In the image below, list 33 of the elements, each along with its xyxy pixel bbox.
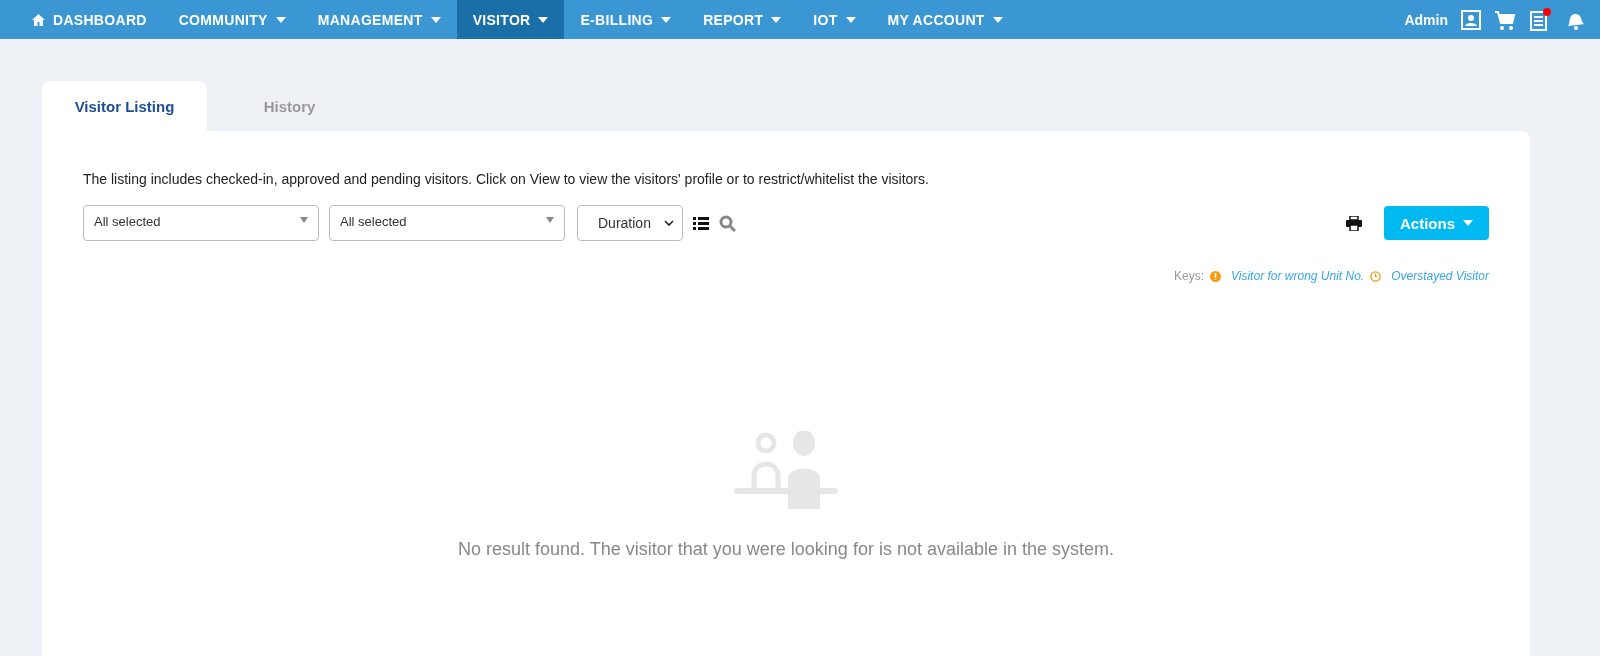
search-icon[interactable] — [719, 214, 736, 232]
contact-card-icon[interactable] — [1460, 8, 1482, 31]
caret-icon — [1463, 220, 1473, 226]
nav-menu-item[interactable]: E-BILLING — [564, 0, 688, 39]
home-icon — [32, 13, 45, 26]
nav-menu-item[interactable]: REPORT — [687, 0, 798, 39]
chevron-down-icon — [664, 220, 674, 226]
clock-icon — [1370, 270, 1382, 282]
actions-button[interactable]: Actions — [1384, 206, 1489, 240]
duration-select[interactable]: Duration — [577, 205, 683, 241]
nav-menu-item[interactable]: MANAGEMENT — [301, 0, 457, 39]
tab[interactable]: Visitor Listing — [42, 81, 207, 131]
list-icon[interactable] — [693, 216, 709, 230]
filter-dropdown[interactable]: All selected — [83, 205, 319, 241]
empty-message: No result found. The visitor that you were looking for is not available in the system. — [458, 539, 1114, 560]
shopping-cart-icon[interactable] — [1494, 8, 1516, 31]
nav-menu-item[interactable]: IOT — [797, 0, 872, 39]
nav-menu-item[interactable]: COMMUNITY — [162, 0, 302, 39]
keys-label: Keys: — [1174, 269, 1204, 283]
caret-icon — [300, 217, 308, 223]
exclamation-icon — [1210, 270, 1221, 282]
filter-dropdown[interactable]: All selected — [329, 205, 565, 241]
intro-text: The listing includes checked-in, approved and pending visitors. Click on View to view the visitors' profile or to restrict/whitelist the visitors. — [83, 171, 930, 187]
print-icon[interactable] — [1346, 215, 1362, 231]
caret-icon — [546, 217, 554, 223]
tab[interactable]: History — [207, 81, 372, 131]
nav-menu-item[interactable]: VISITOR — [456, 0, 565, 39]
notes-icon[interactable] — [1528, 7, 1552, 32]
user-name: Admin — [1404, 11, 1448, 28]
nav-menu-item[interactable]: MY ACCOUNT — [871, 0, 1019, 39]
legend-link[interactable]: Overstayed Visitor — [1391, 269, 1489, 283]
legend-link[interactable]: Visitor for wrong Unit No. — [1231, 269, 1365, 283]
nav-menu-item[interactable]: DASHBOARD — [16, 0, 163, 39]
